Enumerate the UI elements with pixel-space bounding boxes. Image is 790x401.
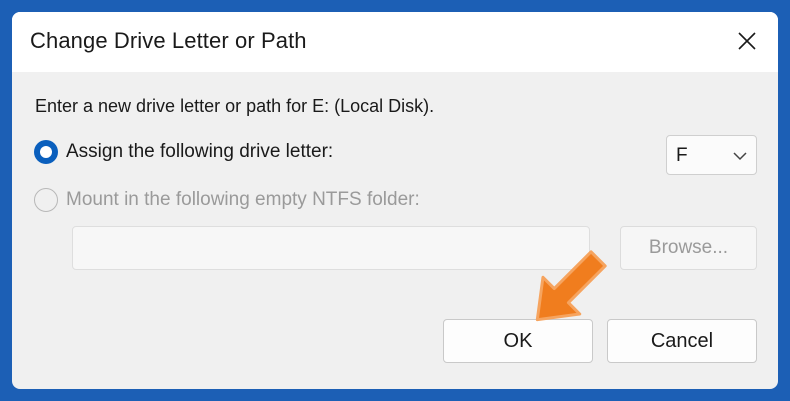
close-button[interactable] — [730, 24, 764, 58]
dialog-prompt: Enter a new drive letter or path for E: … — [35, 96, 435, 116]
assign-letter-option[interactable]: Assign the following drive letter: — [34, 140, 333, 164]
dialog-titlebar: Change Drive Letter or Path — [12, 12, 778, 72]
chevron-down-icon — [733, 152, 747, 161]
close-icon — [738, 32, 756, 50]
assign-letter-label: Assign the following drive letter: — [66, 141, 334, 162]
mount-folder-label: Mount in the following empty NTFS folder… — [66, 189, 420, 210]
dialog-title: Change Drive Letter or Path — [30, 28, 307, 53]
ok-button[interactable]: OK — [443, 319, 593, 363]
folder-path-input[interactable] — [72, 226, 590, 270]
mount-folder-radio[interactable] — [34, 188, 58, 212]
drive-letter-value: F — [676, 145, 688, 166]
cancel-button[interactable]: Cancel — [607, 319, 757, 363]
assign-letter-radio[interactable] — [34, 140, 58, 164]
screenshot-frame: Change Drive Letter or Path Enter a new … — [0, 0, 790, 401]
change-drive-letter-dialog: Change Drive Letter or Path Enter a new … — [12, 12, 778, 389]
browse-button[interactable]: Browse... — [620, 226, 757, 270]
mount-folder-option[interactable]: Mount in the following empty NTFS folder… — [34, 188, 420, 212]
drive-letter-select[interactable]: F — [666, 135, 757, 175]
